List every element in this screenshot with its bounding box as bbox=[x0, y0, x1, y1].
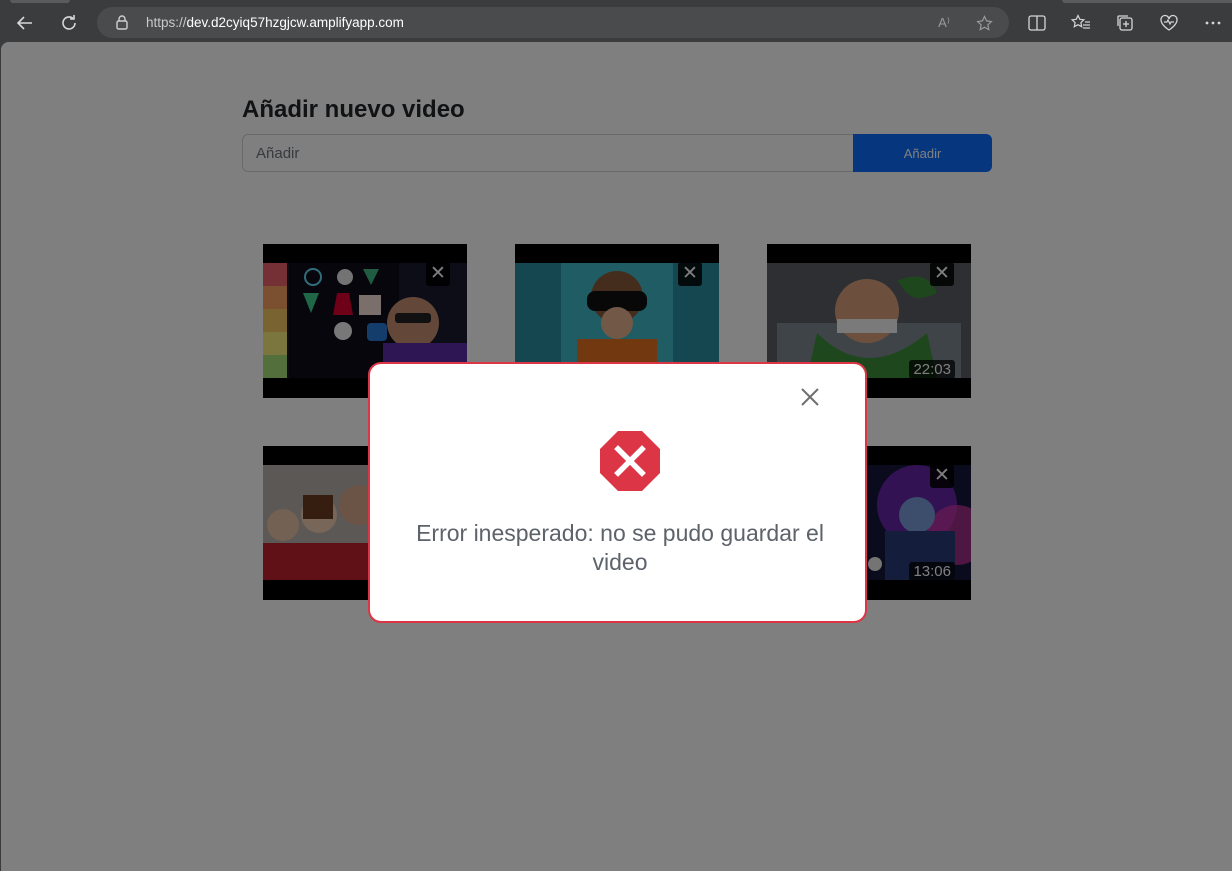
tab-strip-edge bbox=[10, 0, 70, 3]
close-icon[interactable] bbox=[799, 386, 821, 408]
error-message: Error inesperado: no se pudo guardar el … bbox=[416, 520, 824, 575]
more-options-icon[interactable] bbox=[1202, 12, 1224, 34]
lock-icon[interactable] bbox=[115, 15, 129, 30]
split-screen-icon[interactable] bbox=[1026, 12, 1048, 34]
collections-icon[interactable] bbox=[1114, 12, 1136, 34]
error-dialog: Error inesperado: no se pudo guardar el … bbox=[368, 362, 867, 623]
address-bar[interactable]: https://dev.d2cyiq57hzgjcw.amplifyapp.co… bbox=[97, 7, 1009, 38]
favorite-star-icon[interactable] bbox=[975, 14, 993, 32]
refresh-icon[interactable] bbox=[56, 10, 82, 36]
tab-strip-edge bbox=[1062, 0, 1232, 3]
error-icon bbox=[599, 430, 661, 492]
browser-essentials-icon[interactable] bbox=[1158, 12, 1180, 34]
browser-toolbar: https://dev.d2cyiq57hzgjcw.amplifyapp.co… bbox=[0, 0, 1232, 46]
back-icon[interactable] bbox=[12, 10, 38, 36]
url-text[interactable]: https://dev.d2cyiq57hzgjcw.amplifyapp.co… bbox=[146, 15, 404, 30]
page-viewport: Añadir nuevo video Añadir ✕ bbox=[1, 42, 1232, 871]
favorites-icon[interactable] bbox=[1070, 12, 1092, 34]
url-host: dev.d2cyiq57hzgjcw.amplifyapp.com bbox=[186, 15, 404, 30]
url-scheme: https:// bbox=[146, 15, 187, 30]
read-aloud-icon[interactable]: A⁾ bbox=[935, 14, 953, 32]
